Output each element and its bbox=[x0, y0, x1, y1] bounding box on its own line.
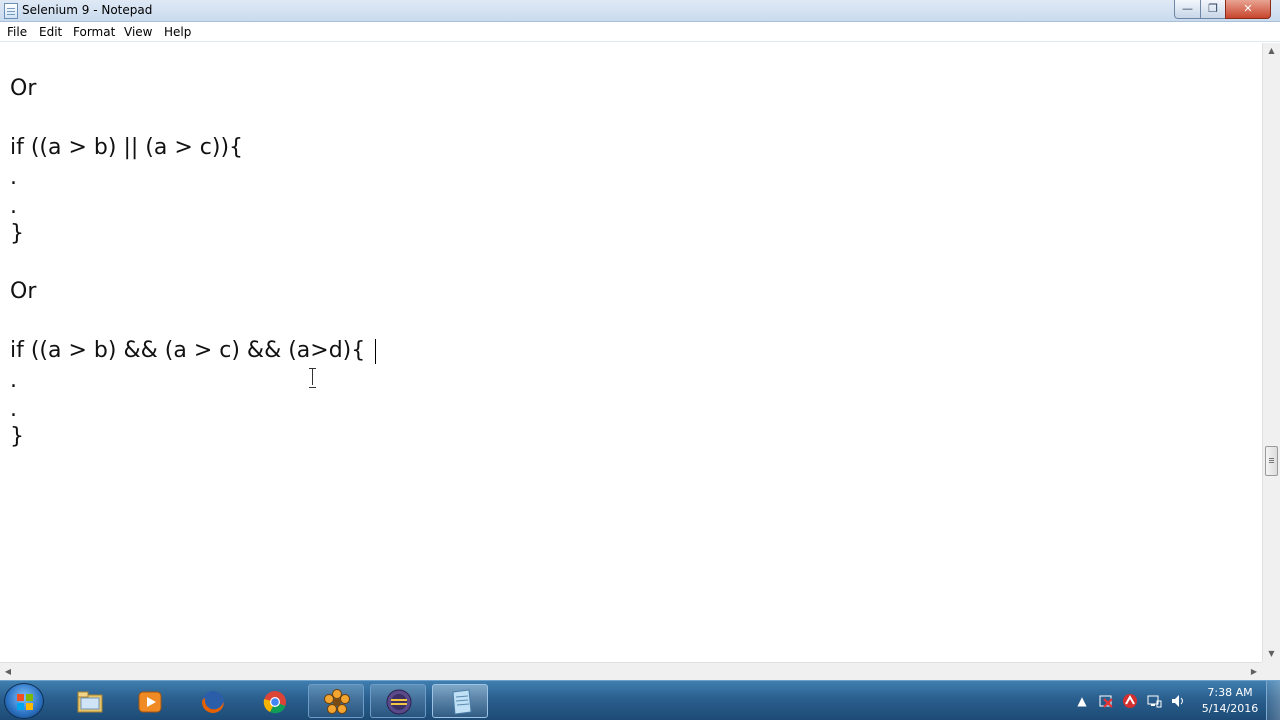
windows-logo-icon bbox=[17, 694, 33, 710]
action-center-icon[interactable] bbox=[1098, 693, 1114, 709]
show-hidden-icons-button[interactable]: ▲ bbox=[1074, 693, 1090, 709]
minimize-button[interactable]: — bbox=[1174, 0, 1201, 19]
menu-format[interactable]: Format bbox=[73, 25, 115, 39]
taskbar-java-ee-ide[interactable] bbox=[370, 684, 426, 718]
text-caret bbox=[375, 339, 376, 364]
text-editor[interactable]: Or if ((a > b) || (a > c)){ . . } Or if … bbox=[0, 43, 1262, 662]
taskbar: ▲ 7:38 AM 5/14/2016 bbox=[0, 680, 1280, 720]
text-line: . bbox=[10, 165, 17, 190]
close-button[interactable]: ✕ bbox=[1225, 0, 1271, 19]
firefox-icon bbox=[202, 691, 224, 713]
media-player-icon bbox=[138, 691, 162, 713]
scroll-right-arrow-icon[interactable]: ▶ bbox=[1246, 663, 1262, 680]
clock-date: 5/14/2016 bbox=[1201, 702, 1259, 715]
taskbar-notepad[interactable] bbox=[432, 684, 488, 718]
text-line: } bbox=[10, 221, 24, 246]
volume-icon[interactable] bbox=[1170, 693, 1186, 709]
menu-edit[interactable]: Edit bbox=[39, 25, 62, 39]
show-desktop-button[interactable] bbox=[1266, 681, 1280, 720]
scroll-left-arrow-icon[interactable]: ◀ bbox=[0, 663, 16, 680]
vertical-scroll-thumb[interactable] bbox=[1265, 446, 1278, 476]
text-line: Or bbox=[10, 279, 37, 304]
scrollbar-corner bbox=[1262, 662, 1280, 680]
maximize-button[interactable]: ❐ bbox=[1200, 0, 1226, 19]
menu-bar: File Edit Format View Help bbox=[0, 22, 1280, 42]
text-line: . bbox=[10, 368, 17, 393]
menu-help[interactable]: Help bbox=[164, 25, 191, 39]
text-line: } bbox=[10, 424, 24, 449]
folder-icon bbox=[77, 691, 103, 713]
menu-view[interactable]: View bbox=[124, 25, 152, 39]
window-title: Selenium 9 - Notepad bbox=[22, 3, 153, 17]
title-bar[interactable]: Selenium 9 - Notepad — ❐ ✕ bbox=[0, 0, 1280, 22]
system-tray: ▲ bbox=[1070, 681, 1210, 720]
clock-time: 7:38 AM bbox=[1207, 686, 1253, 699]
horizontal-scrollbar[interactable]: ◀ ▶ bbox=[0, 662, 1262, 680]
chrome-icon bbox=[263, 691, 286, 714]
ibeam-cursor-icon bbox=[308, 368, 318, 388]
taskbar-flower-app[interactable] bbox=[308, 684, 364, 718]
notepad-icon bbox=[452, 689, 472, 715]
flower-icon bbox=[324, 689, 350, 714]
text-line: . bbox=[10, 194, 17, 219]
scroll-up-arrow-icon[interactable]: ▲ bbox=[1263, 43, 1280, 59]
notepad-app-icon[interactable] bbox=[4, 3, 18, 19]
taskbar-firefox[interactable] bbox=[184, 684, 240, 718]
taskbar-chrome[interactable] bbox=[246, 684, 302, 718]
text-line: if ((a > b) || (a > c)){ bbox=[10, 135, 244, 160]
taskbar-media-player[interactable] bbox=[121, 684, 177, 718]
text-line: Or bbox=[10, 76, 37, 101]
text-line: if ((a > b) && (a > c) && (a>d){ bbox=[10, 338, 366, 363]
network-icon[interactable] bbox=[1146, 693, 1162, 709]
vertical-scrollbar[interactable]: ▲ ▼ bbox=[1262, 43, 1280, 662]
eclipse-java-ee-icon bbox=[386, 689, 412, 715]
taskbar-explorer[interactable] bbox=[61, 684, 117, 718]
menu-file[interactable]: File bbox=[7, 25, 27, 39]
text-line: . bbox=[10, 397, 17, 422]
scroll-down-arrow-icon[interactable]: ▼ bbox=[1263, 646, 1280, 662]
antivirus-icon[interactable] bbox=[1122, 693, 1138, 709]
start-button[interactable] bbox=[4, 683, 44, 719]
taskbar-clock[interactable]: 7:38 AM 5/14/2016 bbox=[1198, 685, 1262, 717]
